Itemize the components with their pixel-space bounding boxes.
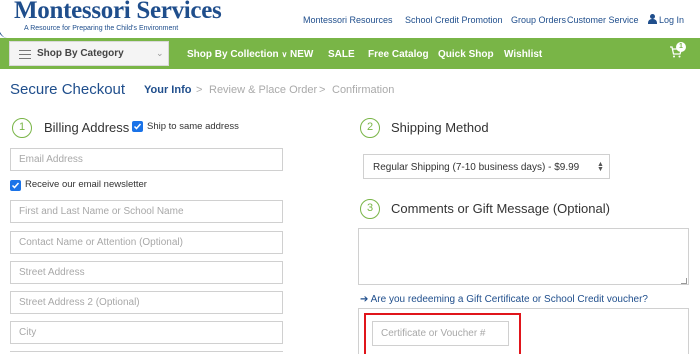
breadcrumb-separator: > (319, 84, 326, 96)
shipping-method-heading: Shipping Method (391, 120, 489, 135)
nav-wishlist[interactable]: Wishlist (504, 49, 542, 60)
nav-quick-shop[interactable]: Quick Shop (438, 49, 494, 60)
voucher-toggle-link[interactable]: ➔ Are you redeeming a Gift Certificate o… (360, 294, 648, 305)
link-school-credit-promotion[interactable]: School Credit Promotion (405, 15, 503, 25)
comments-heading: Comments or Gift Message (Optional) (391, 201, 610, 216)
arrow-right-icon: ➔ (360, 294, 369, 305)
nav-sale[interactable]: SALE (328, 49, 355, 60)
select-arrows-icon: ▲ ▼ (597, 161, 604, 173)
contact-name-field[interactable] (10, 231, 283, 254)
street-address-2-field[interactable] (10, 291, 283, 314)
ship-to-same-label: Ship to same address (147, 121, 239, 132)
login-link[interactable]: Log In (659, 15, 684, 25)
name-field[interactable] (10, 200, 283, 223)
nav-shop-by-collection[interactable]: Shop By Collection ∨ (187, 49, 287, 60)
voucher-question: Are you redeeming a Gift Certificate or … (370, 294, 648, 305)
nav-free-catalog[interactable]: Free Catalog (368, 49, 429, 60)
city-field[interactable] (10, 321, 283, 344)
main-nav: Shop By Category ⌄ Shop By Collection ∨ … (0, 38, 700, 69)
step-number-billing: 1 (12, 118, 32, 138)
voucher-input[interactable] (372, 321, 509, 346)
link-group-orders[interactable]: Group Orders (511, 15, 566, 25)
billing-address-heading: Billing Address (44, 120, 130, 135)
site-tagline: A Resource for Preparing the Child's Env… (24, 25, 179, 32)
shipping-method-select[interactable]: Regular Shipping (7-10 business days) - … (363, 154, 610, 179)
newsletter-label: Receive our email newsletter (25, 179, 147, 190)
link-montessori-resources[interactable]: Montessori Resources (303, 15, 393, 25)
nav-shop-by-collection-label: Shop By Collection (187, 49, 279, 60)
step-your-info: Your Info (144, 84, 192, 96)
breadcrumb-separator: > (196, 84, 203, 96)
link-customer-service[interactable]: Customer Service (567, 15, 639, 25)
top-header: Montessori Services A Resource for Prepa… (0, 0, 700, 38)
step-review-place-order: Review & Place Order (209, 84, 318, 96)
step-number-comments: 3 (360, 199, 380, 219)
cart-count-badge: 1 (676, 42, 686, 52)
shop-by-category-label: Shop By Category (37, 48, 124, 59)
nav-new[interactable]: NEW (290, 49, 313, 60)
newsletter-checkbox[interactable] (10, 180, 21, 191)
user-icon[interactable] (647, 14, 657, 25)
site-logo[interactable]: Montessori Services (14, 0, 222, 24)
email-field[interactable] (10, 148, 283, 171)
resize-grip-icon[interactable] (681, 278, 687, 284)
chevron-down-icon: ∨ (281, 50, 288, 59)
shipping-method-value: Regular Shipping (7-10 business days) - … (373, 162, 580, 173)
menu-icon (19, 50, 31, 59)
page-title: Secure Checkout (10, 81, 126, 98)
shop-by-category-button[interactable]: Shop By Category ⌄ (9, 41, 169, 66)
step-confirmation: Confirmation (332, 84, 395, 96)
step-number-shipping: 2 (360, 118, 380, 138)
street-address-field[interactable] (10, 261, 283, 284)
ship-to-same-checkbox[interactable] (132, 121, 143, 132)
chevron-down-icon: ⌄ (156, 48, 164, 58)
comments-textarea[interactable] (358, 228, 689, 285)
